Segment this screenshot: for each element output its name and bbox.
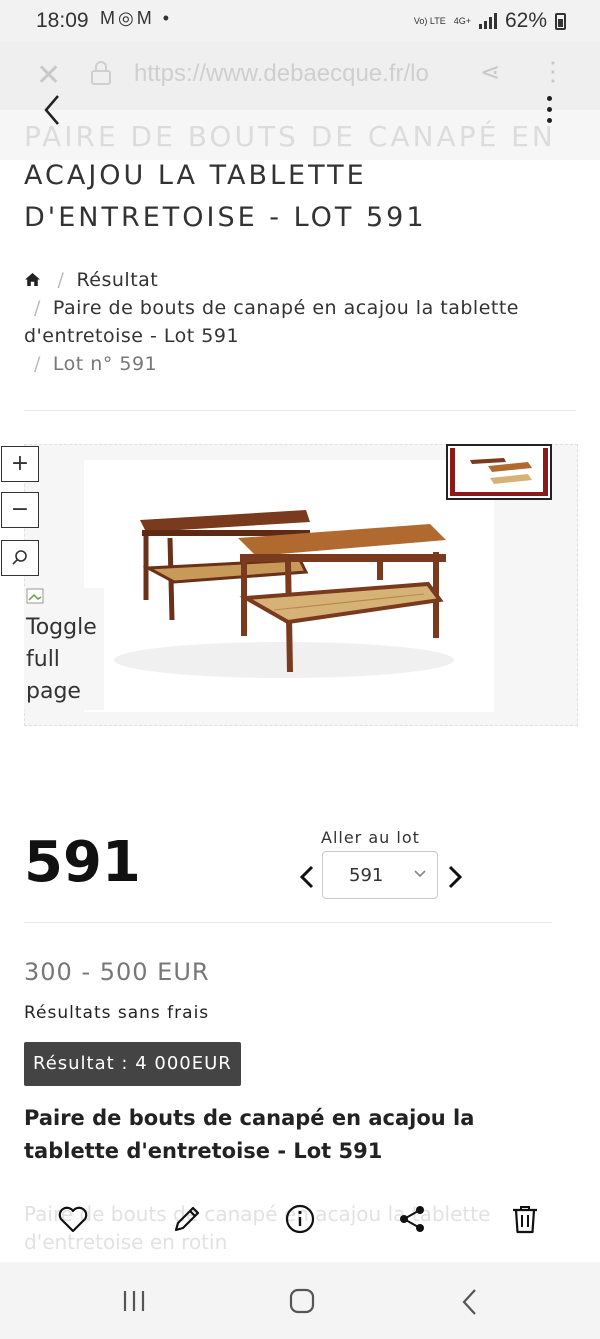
- page-title-line-2: D'ENTRETOISE - LOT 591: [24, 202, 427, 233]
- status-bar: 18:09 M◎M • Vo) LTE 4G+ 62%: [0, 0, 600, 42]
- fees-note: Résultats sans frais: [24, 1003, 210, 1023]
- lock-icon: [91, 61, 111, 85]
- toggle-full-page[interactable]: Toggle full page: [24, 588, 104, 710]
- goto-lot-value: 591: [349, 865, 384, 886]
- battery-percent: 62%: [504, 9, 547, 32]
- browser-menu-icon[interactable]: ⋮: [540, 56, 566, 87]
- recent-apps-icon[interactable]: [121, 1288, 147, 1314]
- notification-dot: •: [162, 8, 173, 28]
- zoom-in-button[interactable]: +: [1, 446, 39, 482]
- url-text[interactable]: https://www.debaecque.fr/lo: [134, 60, 429, 88]
- share-icon[interactable]: [395, 1202, 429, 1236]
- breadcrumb-lot: Lot n° 591: [52, 353, 158, 375]
- faded-description: Paire de bouts de canapé en acajou la ta…: [24, 1202, 491, 1254]
- zoom-reset-button[interactable]: [1, 540, 39, 576]
- chevron-down-icon: [414, 870, 426, 878]
- share-url-icon[interactable]: ⋖: [480, 58, 500, 87]
- edit-icon[interactable]: [170, 1202, 204, 1236]
- goto-lot-label: Aller au lot: [321, 828, 420, 847]
- breadcrumb: / Résultat / Paire de bouts de canapé en a…: [24, 269, 519, 375]
- next-lot-arrow-icon[interactable]: [446, 864, 464, 890]
- signal-icon: [478, 13, 497, 29]
- volte-indicator: Vo) LTE: [413, 15, 446, 26]
- back-arrow-icon[interactable]: [40, 92, 64, 128]
- close-tab-icon[interactable]: ✕: [36, 58, 61, 93]
- system-nav-bar: [0, 1262, 600, 1339]
- more-options-icon[interactable]: [542, 96, 556, 128]
- gallery-thumbnail[interactable]: [446, 444, 552, 500]
- search-icon: [12, 550, 27, 565]
- broken-image-icon: [26, 588, 44, 604]
- home-icon[interactable]: [24, 272, 41, 287]
- sticky-title-bar: PAIRE DE BOUTS DE CANAPÉ EN: [0, 110, 600, 160]
- action-bar: Paire de bouts de canapé en acajou la ta…: [0, 1176, 600, 1262]
- toggle-full-page-text: Toggle full page: [26, 615, 97, 704]
- estimate: 300 - 500 EUR: [24, 958, 210, 986]
- battery-icon: [555, 12, 566, 30]
- notification-icons: M◎M •: [100, 8, 172, 29]
- clock: 18:09: [36, 9, 89, 32]
- network-indicator: 4G+: [453, 15, 471, 26]
- page-title-line-1: ACAJOU LA TABLETTE: [24, 160, 367, 191]
- divider: [24, 922, 552, 923]
- gmail-icon: M: [100, 8, 118, 28]
- browser-url-bar: ✕ https://www.debaecque.fr/lo ⋖ ⋮: [0, 42, 600, 110]
- heart-icon[interactable]: [56, 1202, 90, 1236]
- system-back-icon[interactable]: [459, 1288, 481, 1316]
- zoom-out-button[interactable]: −: [1, 492, 39, 528]
- lot-description-title: Paire de bouts de canapé en acajou la ta…: [24, 1106, 475, 1163]
- result-badge: Résultat : 4 000EUR: [24, 1042, 241, 1086]
- home-button-icon[interactable]: [289, 1288, 315, 1314]
- info-icon[interactable]: [283, 1202, 317, 1236]
- lot-photo[interactable]: [84, 460, 494, 712]
- previous-lot-arrow-icon[interactable]: [298, 864, 316, 890]
- instagram-icon: ◎: [118, 8, 137, 28]
- breadcrumb-item[interactable]: Paire de bouts de canapé en acajou la ta…: [24, 297, 519, 347]
- divider: [24, 410, 576, 411]
- ghost-title: PAIRE DE BOUTS DE CANAPÉ EN: [24, 120, 556, 153]
- trash-icon[interactable]: [508, 1202, 542, 1236]
- goto-lot-select[interactable]: 591: [322, 851, 438, 899]
- breadcrumb-result[interactable]: Résultat: [76, 269, 158, 291]
- lot-number: 591: [24, 830, 141, 895]
- gmail-icon: M: [136, 8, 155, 28]
